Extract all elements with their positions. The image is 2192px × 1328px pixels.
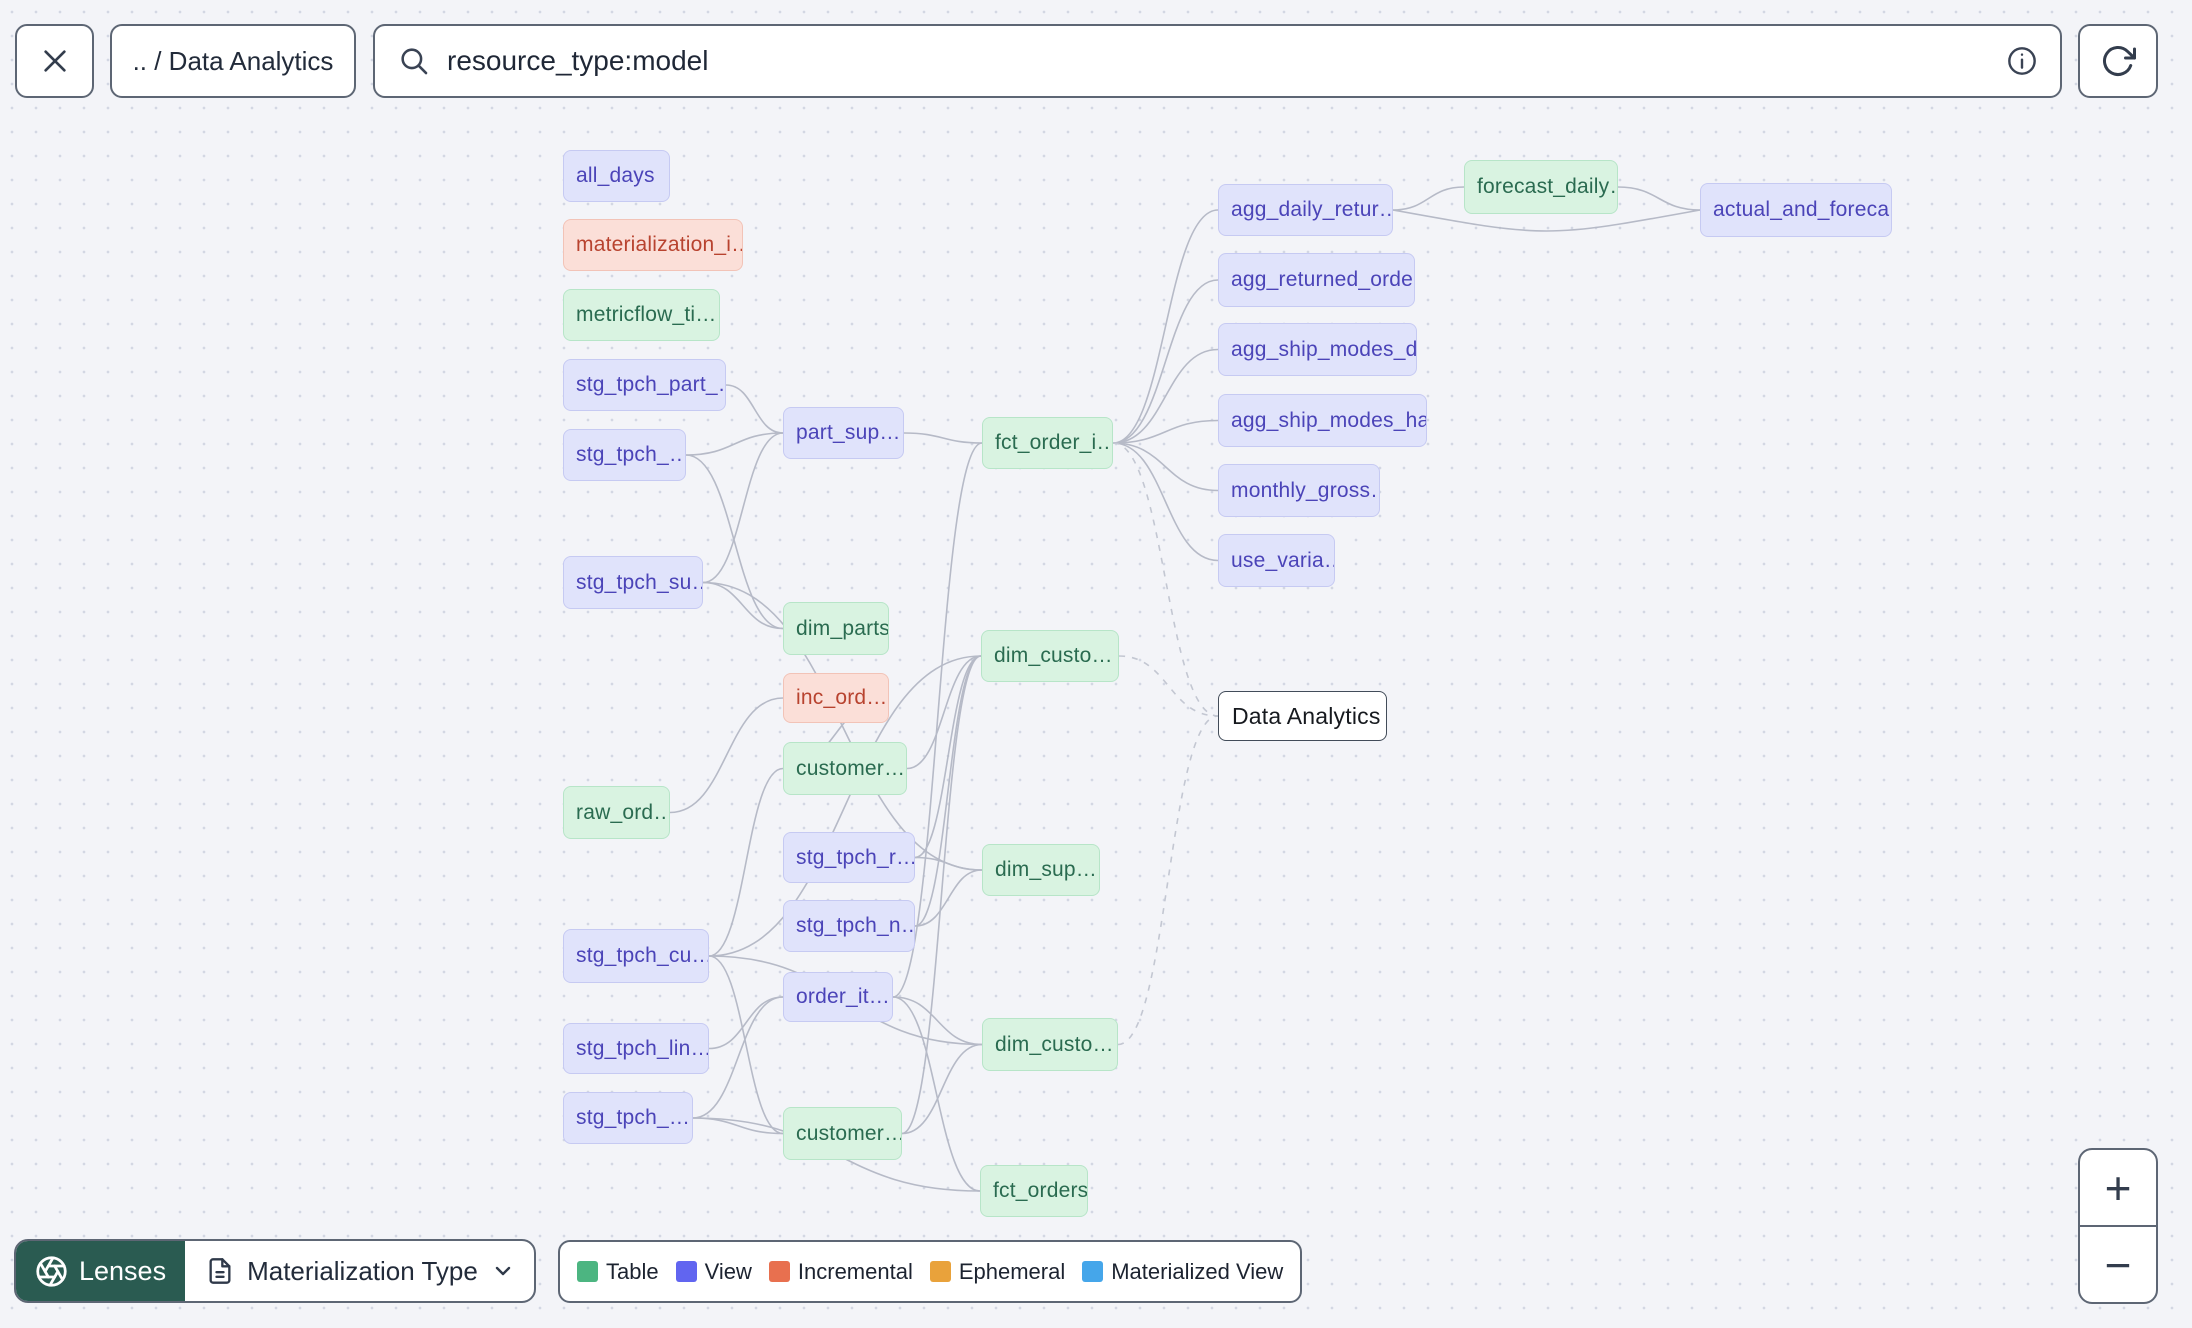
- node-fct_order_i[interactable]: fct_order_i…: [982, 417, 1113, 469]
- node-monthly_gross[interactable]: monthly_gross…: [1218, 464, 1380, 517]
- close-icon: [43, 50, 66, 72]
- chevron-down-icon: [495, 1266, 511, 1276]
- node-stg_tpch_su[interactable]: stg_tpch_su…: [563, 556, 703, 609]
- legend-item: Incremental: [768, 1258, 913, 1285]
- search-input[interactable]: [445, 44, 1992, 78]
- node-actual_forecast[interactable]: actual_and_foreca…: [1700, 183, 1892, 237]
- refresh-icon: [2103, 46, 2136, 76]
- zoom-controls: + −: [2078, 1148, 2158, 1304]
- node-dim_custo_a[interactable]: dim_custo…: [981, 630, 1119, 682]
- lenses-button[interactable]: Lenses: [16, 1241, 186, 1301]
- node-inc_ord[interactable]: inc_ord…: [783, 673, 889, 723]
- lens-selector-label: Materialization Type: [247, 1255, 478, 1286]
- node-stg_tpch_part[interactable]: stg_tpch_part_…: [563, 359, 726, 411]
- legend-swatch: [1082, 1261, 1104, 1282]
- node-order_it[interactable]: order_it…: [783, 972, 893, 1022]
- legend-items: Table View Incremental Ephemeral Materialize…: [577, 1259, 1283, 1285]
- search-bar[interactable]: [373, 24, 2062, 98]
- search-icon: [401, 48, 428, 75]
- legend-item: Table: [577, 1259, 659, 1285]
- file-icon: [209, 1258, 231, 1284]
- node-stg_tpch_b[interactable]: stg_tpch_…: [563, 1092, 693, 1144]
- legend-swatch: [768, 1261, 790, 1282]
- info-icon[interactable]: [2006, 45, 2038, 77]
- node-stg_tpch_a[interactable]: stg_tpch_…: [563, 429, 686, 481]
- lineage-canvas[interactable]: all_days materialization_i… metricflow_ti……: [0, 0, 2192, 1328]
- legend-label: Ephemeral: [958, 1258, 1066, 1284]
- node-all_days[interactable]: all_days: [563, 150, 670, 202]
- legend-label: Incremental: [797, 1258, 913, 1284]
- node-dim_sup[interactable]: dim_sup…: [982, 844, 1100, 896]
- lenses-control: Lenses Materialization Type: [14, 1239, 536, 1303]
- legend: Table View Incremental Ephemeral Materialize…: [558, 1240, 1303, 1303]
- breadcrumb[interactable]: .. / Data Analytics: [110, 24, 356, 98]
- legend-swatch: [577, 1261, 598, 1282]
- node-agg_daily[interactable]: agg_daily_retur…: [1218, 184, 1393, 236]
- lenses-label: Lenses: [79, 1255, 167, 1286]
- node-stg_tpch_r[interactable]: stg_tpch_r…: [783, 832, 915, 883]
- aperture-icon: [36, 1255, 67, 1287]
- node-fct_orders[interactable]: fct_orders: [980, 1165, 1088, 1217]
- legend-swatch: [929, 1261, 951, 1282]
- node-dim_parts[interactable]: dim_parts: [783, 602, 889, 655]
- node-use_varia[interactable]: use_varia…: [1218, 534, 1335, 587]
- node-stg_tpch_n[interactable]: stg_tpch_n…: [783, 900, 915, 952]
- node-agg_returned[interactable]: agg_returned_orde…: [1218, 253, 1415, 307]
- node-raw_ord[interactable]: raw_ord…: [563, 786, 670, 839]
- lens-selector[interactable]: Materialization Type: [185, 1241, 534, 1301]
- legend-item: Materialized View: [1082, 1259, 1283, 1285]
- legend-label: Table: [606, 1258, 659, 1284]
- node-agg_ship_d[interactable]: agg_ship_modes_d…: [1218, 323, 1417, 376]
- node-part_sup[interactable]: part_sup…: [783, 407, 904, 459]
- legend-swatch: [675, 1261, 697, 1282]
- legend-item: View: [675, 1258, 752, 1285]
- node-customer_b[interactable]: customer…: [783, 1107, 902, 1160]
- node-stg_tpch_cu[interactable]: stg_tpch_cu…: [563, 929, 709, 983]
- legend-label: Materialized View: [1111, 1258, 1284, 1284]
- node-forecast_daily[interactable]: forecast_daily…: [1464, 160, 1618, 214]
- zoom-out-button[interactable]: −: [2080, 1227, 2156, 1302]
- node-dim_custo_b[interactable]: dim_custo…: [982, 1018, 1118, 1071]
- node-data_analytics[interactable]: Data Analytics | …: [1218, 691, 1387, 741]
- legend-label: View: [704, 1258, 752, 1284]
- refresh-button[interactable]: [2078, 24, 2158, 98]
- breadcrumb-label: .. / Data Analytics: [132, 45, 334, 76]
- lineage-nodes-layer: all_days materialization_i… metricflow_ti……: [0, 0, 2192, 1328]
- node-metricflow_ti[interactable]: metricflow_ti…: [563, 289, 720, 341]
- node-customer_a[interactable]: customer…: [783, 742, 907, 795]
- legend-item: Ephemeral: [929, 1258, 1066, 1285]
- node-agg_ship_ha[interactable]: agg_ship_modes_ha…: [1218, 394, 1427, 447]
- node-materialization_i[interactable]: materialization_i…: [563, 219, 743, 271]
- zoom-in-button[interactable]: +: [2080, 1150, 2156, 1227]
- close-button[interactable]: [15, 24, 94, 98]
- node-stg_tpch_lin[interactable]: stg_tpch_lin…: [563, 1023, 709, 1074]
